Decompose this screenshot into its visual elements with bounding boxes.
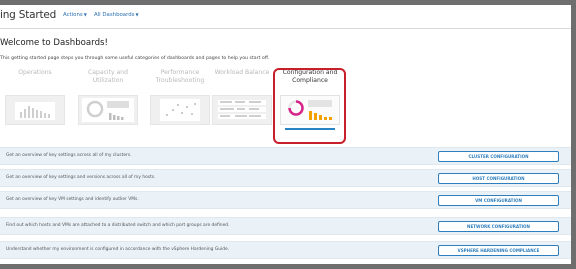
tab-capacity-and-utilization[interactable]: Capacity and Utilization [75,69,141,125]
operations-thumbnail [5,95,65,125]
chevron-down-icon: ▼ [135,12,139,17]
tab-operations[interactable]: Operations [2,69,68,125]
dashboard-window: ing Started Actions▼ All Dashboards▼ Wel… [0,5,571,264]
page-title: ing Started [0,9,57,21]
list-item: Get an overview of key settings across a… [0,147,571,165]
chevron-down-icon: ▼ [83,12,87,17]
top-bar: ing Started Actions▼ All Dashboards▼ [0,5,571,29]
row-description: Get an overview of key settings across a… [6,153,132,158]
list-item: Understand whether my environment is con… [0,241,571,259]
tab-label: Capacity and Utilization [87,69,129,84]
row-description: Get an overview of key VM settings and i… [6,197,139,202]
actions-menu-label: Actions [63,12,83,18]
bar-chart-icon [15,102,55,120]
cluster-configuration-button[interactable]: CLUSTER CONFIGURATION [438,151,559,162]
table-icon [218,100,266,119]
row-description: Find out which hosts and VMs are attache… [6,223,230,228]
host-configuration-button[interactable]: HOST CONFIGURATION [438,173,559,184]
tab-workload-balance[interactable]: Workload Balance [209,69,275,125]
workload-thumbnail [212,95,272,125]
all-dashboards-menu-label: All Dashboards [94,12,135,18]
welcome-heading: Welcome to Dashboards! [0,38,108,48]
donut-chart-icon [82,98,134,122]
selection-highlight [273,68,346,144]
welcome-subtitle: This getting started page steps you thro… [0,56,270,61]
actions-menu[interactable]: Actions▼ [63,12,87,18]
list-item: Get an overview of key VM settings and i… [0,191,571,209]
performance-thumbnail [150,95,210,125]
row-description: Understand whether my environment is con… [6,247,230,252]
capacity-thumbnail [78,95,138,125]
tab-label: Workload Balance [214,69,270,76]
tab-label: Operations [18,69,52,76]
scatter-chart-icon [160,99,200,121]
vm-configuration-button[interactable]: VM CONFIGURATION [438,195,559,206]
tab-label: Performance Troubleshooting [155,69,205,84]
all-dashboards-menu[interactable]: All Dashboards▼ [94,12,139,18]
list-item: Get an overview of key settings and vers… [0,169,571,187]
network-configuration-button[interactable]: NETWORK CONFIGURATION [438,221,559,232]
list-item: Find out which hosts and VMs are attache… [0,217,571,235]
row-description: Get an overview of key settings and vers… [6,175,156,180]
tab-performance-troubleshooting[interactable]: Performance Troubleshooting [147,69,213,125]
vsphere-hardening-compliance-button[interactable]: VSPHERE HARDENING COMPLIANCE [438,245,559,256]
